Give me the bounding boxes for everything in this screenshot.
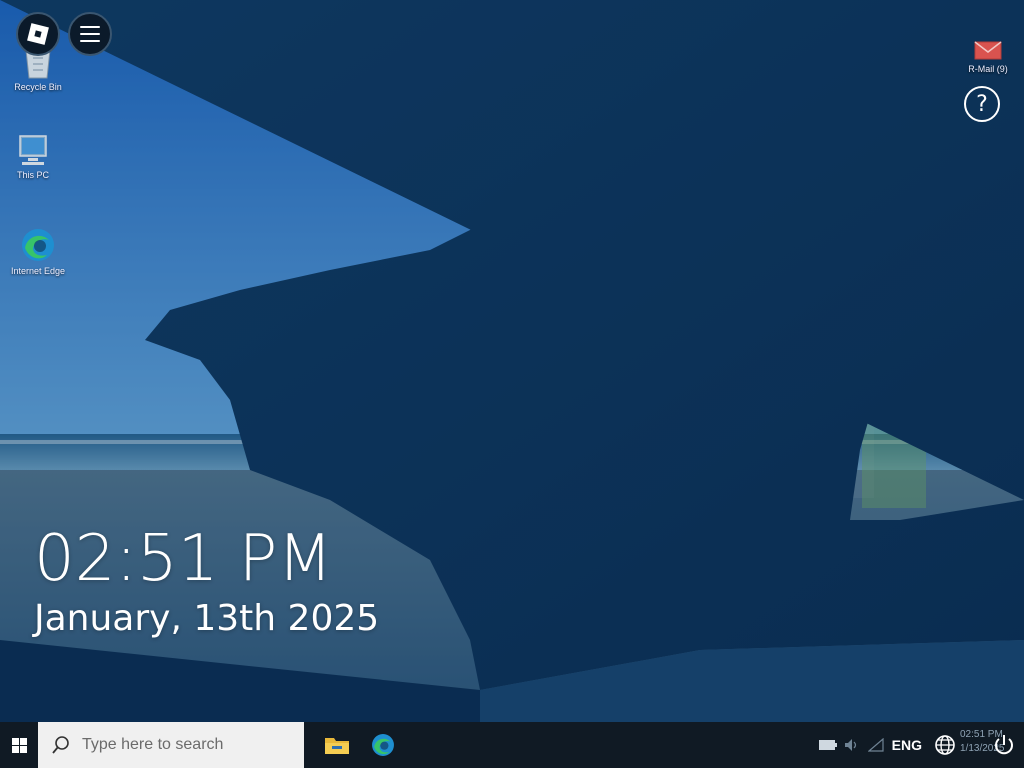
help-button[interactable]: ? — [964, 86, 1000, 122]
taskbar: ENG 02:51 PM 1/13/2025 — [0, 722, 1024, 768]
start-button[interactable] — [0, 722, 38, 768]
search-input[interactable] — [82, 736, 302, 754]
wifi-icon[interactable] — [864, 722, 888, 768]
desktop-icon-label: Internet Edge — [10, 266, 66, 276]
edge-icon — [372, 734, 394, 756]
desktop-icon-internet-edge[interactable]: Internet Edge — [2, 226, 74, 276]
hamburger-icon — [80, 26, 100, 42]
wallpaper-tint — [0, 0, 1024, 768]
globe-icon — [935, 735, 955, 755]
clock-date: January, 13th 2025 — [34, 598, 380, 639]
search-icon — [48, 732, 74, 758]
taskbar-app-edge[interactable] — [360, 722, 406, 768]
desktop-icon-label: R-Mail (9) — [968, 64, 1008, 74]
roblox-menu-button[interactable] — [16, 12, 60, 56]
file-explorer-icon — [325, 738, 349, 754]
taskbar-app-file-explorer[interactable] — [314, 722, 360, 768]
power-icon — [995, 735, 1013, 755]
battery-icon[interactable] — [816, 722, 840, 768]
taskbar-search-box[interactable] — [38, 722, 304, 768]
windows-logo-icon — [11, 737, 27, 753]
edge-icon — [22, 229, 54, 261]
hamburger-menu-button[interactable] — [68, 12, 112, 56]
taskbar-clock[interactable]: 02:51 PM 1/13/2025 — [960, 722, 1024, 768]
desktop-icon-r-mail[interactable]: R-Mail (9) — [952, 38, 1024, 74]
volume-icon[interactable] — [840, 722, 864, 768]
desktop-icon-label: This PC — [16, 170, 49, 180]
roblox-logo-icon — [27, 23, 49, 45]
language-indicator[interactable]: ENG — [888, 737, 930, 753]
clock-time: 02:51 PM — [34, 522, 333, 596]
desktop-icon-this-pc[interactable]: This PC — [0, 132, 69, 180]
power-button[interactable] — [990, 731, 1018, 759]
computer-icon — [19, 135, 47, 165]
mail-icon — [974, 41, 1002, 60]
question-mark-icon: ? — [976, 91, 988, 117]
system-tray: ENG 02:51 PM 1/13/2025 — [816, 722, 1024, 768]
desktop-icon-label: Recycle Bin — [14, 82, 62, 92]
network-globe-button[interactable] — [930, 722, 960, 768]
